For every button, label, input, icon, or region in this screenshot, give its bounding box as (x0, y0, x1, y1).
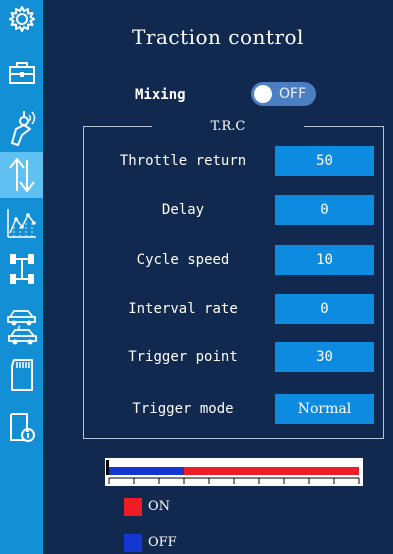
mixing-label: Mixing (135, 87, 186, 103)
delay-value[interactable]: 0 (275, 195, 374, 225)
legend-on-label: ON (148, 499, 171, 514)
toggle-knob (254, 85, 272, 103)
throttle-return-label: Throttle return (119, 153, 247, 169)
sidebar-item-transmitter[interactable] (0, 102, 43, 152)
sidebar-item-models[interactable] (0, 300, 43, 350)
monitor-on-segment (184, 467, 359, 475)
curve-chart-icon (6, 209, 36, 238)
throttle-return-value[interactable]: 50 (275, 146, 374, 176)
cars-swap-icon (6, 310, 37, 345)
sidebar (0, 0, 43, 554)
trigger-mode-value[interactable]: Normal (275, 394, 374, 424)
sidebar-item-tools[interactable] (0, 48, 43, 98)
interval-rate-label: Interval rate (128, 301, 238, 317)
info-book-icon (9, 413, 35, 442)
mixing-toggle[interactable]: OFF (251, 82, 316, 106)
cycle-speed-label: Cycle speed (136, 252, 230, 268)
sidebar-item-traction[interactable] (0, 152, 43, 198)
trigger-point-value[interactable]: 30 (275, 342, 374, 372)
trc-monitor (105, 458, 363, 486)
sidebar-item-settings[interactable] (0, 0, 43, 44)
cycle-speed-value[interactable]: 10 (275, 245, 374, 275)
updown-arrows-icon (8, 158, 35, 192)
trigger-mode-label: Trigger mode (132, 401, 234, 417)
interval-rate-value[interactable]: 0 (275, 294, 374, 324)
toolbox-icon (8, 62, 35, 84)
axle-icon (9, 254, 34, 284)
sidebar-item-info[interactable] (0, 402, 43, 452)
sidebar-item-axle[interactable] (0, 244, 43, 294)
monitor-off-segment (109, 467, 184, 475)
sd-card-icon (10, 359, 33, 391)
sidebar-item-curve[interactable] (0, 198, 43, 248)
sidebar-item-sd-card[interactable] (0, 350, 43, 400)
transmitter-icon (10, 111, 35, 146)
monitor-scale (108, 477, 360, 484)
toggle-state-label: OFF (279, 86, 307, 102)
gear-icon (8, 6, 35, 32)
legend-off-label: OFF (148, 535, 177, 550)
trigger-point-label: Trigger point (128, 349, 238, 365)
page-title: Traction control (132, 25, 304, 49)
legend-on-swatch (124, 498, 142, 516)
delay-label: Delay (161, 202, 205, 218)
legend-off-swatch (124, 534, 142, 552)
trc-group-title: T.R.C (152, 117, 304, 137)
